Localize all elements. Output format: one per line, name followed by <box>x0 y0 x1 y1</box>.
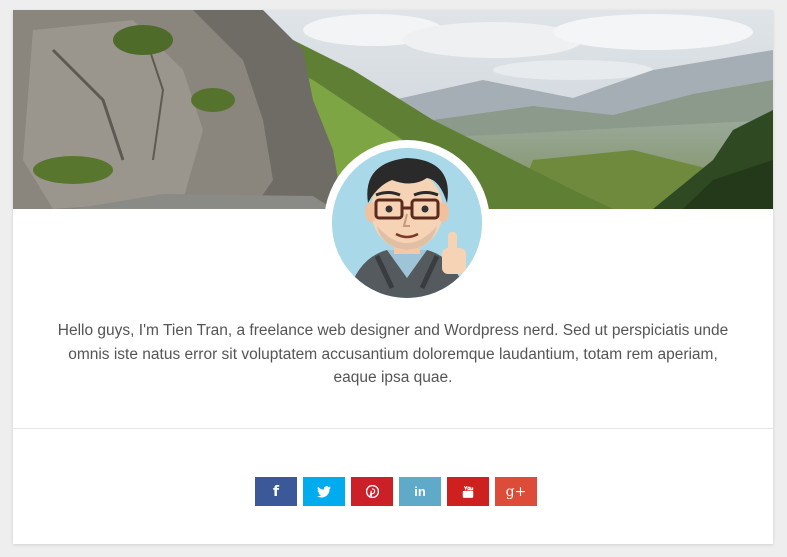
twitter-icon <box>317 485 331 498</box>
profile-card: Hello guys, I'm Tien Tran, a freelance w… <box>13 10 773 544</box>
linkedin-icon: in <box>414 484 426 499</box>
avatar <box>324 140 490 306</box>
pinterest-icon <box>365 485 379 498</box>
social-links: f in g+ <box>255 477 537 506</box>
profile-bio: Hello guys, I'm Tien Tran, a freelance w… <box>57 322 729 386</box>
facebook-icon: f <box>272 483 280 500</box>
google-plus-button[interactable]: g+ <box>495 477 537 506</box>
linkedin-button[interactable]: in <box>399 477 441 506</box>
pinterest-button[interactable] <box>351 477 393 506</box>
youtube-icon <box>461 485 475 499</box>
facebook-button[interactable]: f <box>255 477 297 506</box>
youtube-button[interactable] <box>447 477 489 506</box>
twitter-button[interactable] <box>303 477 345 506</box>
google-plus-icon: g+ <box>505 483 527 500</box>
divider <box>13 428 773 429</box>
